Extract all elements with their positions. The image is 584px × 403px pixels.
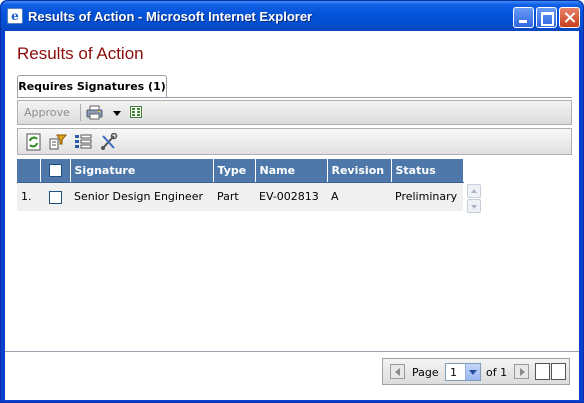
revision-cell: A — [327, 182, 391, 211]
column-header-type[interactable]: Type — [213, 159, 256, 183]
scroll-down-arrow-icon[interactable] — [467, 199, 481, 213]
table-header-row: Signature Type Name Revision Status — [17, 159, 464, 183]
single-page-view-icon[interactable] — [551, 363, 566, 380]
refresh-icon[interactable] — [25, 133, 43, 151]
page-select-value: 1 — [450, 366, 457, 379]
column-header-name[interactable]: Name — [255, 159, 328, 183]
multi-page-view-icon[interactable] — [535, 363, 550, 380]
approve-button[interactable]: Approve — [24, 106, 70, 119]
type-cell: Part — [213, 182, 255, 211]
select-all-checkbox[interactable] — [48, 164, 62, 177]
window-title: Results of Action - Microsoft Internet E… — [28, 9, 313, 24]
signatures-table: Signature Type Name Revision Status 1. S… — [17, 159, 464, 211]
close-button[interactable] — [559, 7, 580, 28]
tab-requires-signatures[interactable]: Requires Signatures (1) — [17, 75, 167, 97]
grid-toolbar — [17, 128, 572, 155]
tab-divider — [17, 97, 572, 98]
action-toolbar: Approve — [17, 100, 572, 125]
row-number: 1. — [17, 182, 40, 211]
page-label: Page — [412, 366, 439, 379]
column-header-status[interactable]: Status — [391, 159, 464, 183]
filter-icon[interactable] — [49, 133, 67, 151]
settings-icon[interactable] — [100, 133, 118, 151]
column-chooser-icon[interactable] — [74, 133, 92, 151]
internet-explorer-icon: e — [7, 8, 23, 24]
toolbar-separator — [80, 104, 81, 121]
table-row[interactable]: 1. Senior Design Engineer Part EV-002813… — [17, 182, 463, 211]
export-icon[interactable] — [130, 106, 142, 118]
page-count-label: of 1 — [486, 366, 508, 379]
scroll-up-arrow-icon[interactable] — [467, 184, 481, 198]
column-header-signature[interactable]: Signature — [70, 159, 214, 183]
row-select-cell — [40, 182, 70, 211]
page-title: Results of Action — [17, 44, 144, 63]
column-header-revision[interactable]: Revision — [327, 159, 392, 183]
page-content: Results of Action Requires Signatures (1… — [5, 31, 579, 400]
row-checkbox[interactable] — [48, 190, 62, 204]
footer-divider — [5, 351, 579, 352]
printer-icon[interactable] — [86, 105, 103, 120]
previous-page-button[interactable] — [390, 364, 405, 379]
minimize-button[interactable] — [513, 7, 534, 28]
dropdown-caret-icon[interactable] — [113, 111, 121, 116]
title-bar[interactable]: e Results of Action - Microsoft Internet… — [1, 1, 583, 31]
browser-window: e Results of Action - Microsoft Internet… — [0, 0, 584, 403]
next-page-button[interactable] — [514, 364, 529, 379]
name-cell: EV-002813 — [255, 182, 327, 211]
row-number-header — [17, 159, 41, 183]
chevron-down-icon[interactable] — [465, 364, 480, 380]
signature-cell: Senior Design Engineer — [70, 182, 213, 211]
status-cell: Preliminary — [391, 182, 463, 211]
select-all-header — [40, 159, 71, 183]
maximize-button[interactable] — [536, 7, 557, 28]
page-select[interactable]: 1 — [445, 363, 481, 381]
pagination-bar: Page 1 of 1 — [382, 358, 570, 385]
